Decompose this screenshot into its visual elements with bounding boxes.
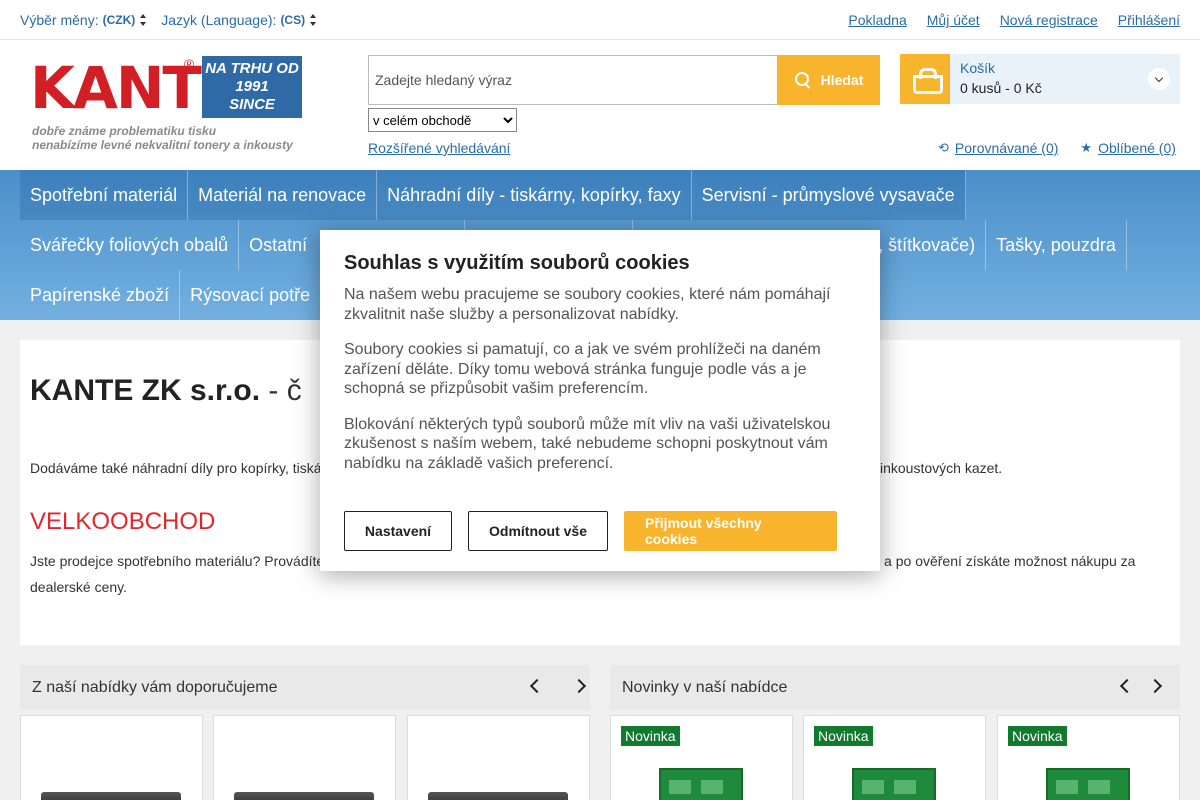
register-link[interactable]: Nová registrace xyxy=(1000,12,1098,28)
product-card[interactable]: Novinka xyxy=(610,715,793,800)
compare-link[interactable]: Porovnávané (0) xyxy=(955,140,1059,156)
search-input[interactable] xyxy=(368,55,778,105)
nav-row: Papírenské zboží Rýsovací potře xyxy=(20,270,320,320)
product-image xyxy=(1046,768,1130,800)
new-badge: Novinka xyxy=(1008,726,1067,746)
cookie-accept-button[interactable]: Přijmout všechny cookies xyxy=(624,511,837,551)
chevron-right-icon[interactable] xyxy=(571,678,587,694)
nav-item-welders[interactable]: Svářečky foliových obalů xyxy=(20,220,240,270)
nav-item-spare-parts[interactable]: Náhradní díly - tiskárny, kopírky, faxy xyxy=(377,170,692,220)
star-icon: ★ xyxy=(1080,140,1093,155)
cart-icon-box xyxy=(900,54,950,104)
account-links: Pokladna Můj účet Nová registrace Přihlá… xyxy=(848,12,1180,28)
favorites-item[interactable]: ★ Oblíbené (0) xyxy=(1080,140,1175,156)
cookie-reject-button[interactable]: Odmítnout vše xyxy=(468,511,608,551)
compare-icon: ⟲ xyxy=(938,140,949,155)
wholesale-text-line2: dealerské ceny. xyxy=(30,579,128,595)
sort-updown-icon xyxy=(309,14,317,26)
nav-item-consumables[interactable]: Spotřební materiál xyxy=(20,170,189,220)
product-card[interactable]: Novinka xyxy=(803,715,986,800)
chevron-right-icon[interactable] xyxy=(1147,678,1163,694)
new-badge: Novinka xyxy=(621,726,680,746)
new-badge: Novinka xyxy=(814,726,873,746)
nav-item-stationery[interactable]: Papírenské zboží xyxy=(20,270,181,320)
wholesale-heading: VELKOOBCHOD xyxy=(30,508,216,535)
logo-since-line: SINCE xyxy=(229,96,275,113)
cart-label: Košík xyxy=(960,60,996,76)
currency-label: Výběr měny: xyxy=(20,12,99,28)
page-title-rest: - č xyxy=(260,374,302,407)
basket-icon xyxy=(913,68,943,94)
chevron-down-icon[interactable] xyxy=(1148,68,1170,90)
chevron-left-icon[interactable] xyxy=(529,678,545,694)
logo-since-line: NA TRHU OD xyxy=(205,60,299,77)
product-card[interactable] xyxy=(20,715,203,800)
compare-item[interactable]: ⟲ Porovnávané (0) xyxy=(938,140,1058,156)
nav-row: Spotřební materiál Materiál na renovace … xyxy=(20,170,966,220)
cookie-buttons: Nastavení Odmítnout vše Přijmout všechny… xyxy=(344,511,837,551)
cookie-consent-dialog: Souhlas s využitím souborů cookies Na na… xyxy=(320,230,880,571)
currency-value: (CZK) xyxy=(102,13,136,27)
checkout-link[interactable]: Pokladna xyxy=(848,12,906,28)
page-title: KANTE ZK s.r.o. - č xyxy=(30,374,302,408)
locale-selectors: Výběr měny: (CZK) Jazyk (Language): (CS) xyxy=(20,12,317,28)
product-image xyxy=(852,768,936,800)
language-value: (CS) xyxy=(280,13,306,27)
product-card[interactable] xyxy=(407,715,590,800)
recommended-carousel-header: Z naší nabídky vám doporučujeme xyxy=(20,665,590,710)
search-icon xyxy=(794,72,811,88)
search-scope-select[interactable]: v celém obchodě xyxy=(368,108,517,132)
wholesale-text-left: Jste prodejce spotřebního materiálu? Pro… xyxy=(30,553,325,569)
wholesale-text-right: a po ověření získáte možnost nákupu za xyxy=(880,553,1136,569)
nav-item-renovation-material[interactable]: Materiál na renovace xyxy=(188,170,378,220)
product-image xyxy=(659,768,743,800)
product-image xyxy=(428,792,568,800)
cart-widget[interactable]: Košík 0 kusů - 0 Kč xyxy=(900,54,1180,104)
intro-paragraph-left: Dodáváme také náhradní díly pro kopírky,… xyxy=(30,460,322,476)
chevron-left-icon[interactable] xyxy=(1119,678,1135,694)
kante-logo[interactable]: KANTE ® NA TRHU OD 1991 SINCE dobře znám… xyxy=(30,56,302,154)
news-carousel-header: Novinky v naší nabídce xyxy=(610,665,1180,710)
search-button[interactable]: Hledat xyxy=(778,55,880,105)
language-selector[interactable]: Jazyk (Language): (CS) xyxy=(161,12,317,28)
carousel-title: Novinky v naší nabídce xyxy=(622,679,788,696)
product-card[interactable]: Novinka xyxy=(997,715,1180,800)
cookie-paragraph: Soubory cookies si pamatují, co a jak ve… xyxy=(344,341,821,397)
logo-registered: ® xyxy=(184,56,195,72)
page-title-bold: KANTE ZK s.r.o. xyxy=(30,374,261,407)
search-box: Hledat xyxy=(368,55,880,105)
currency-selector[interactable]: Výběr měny: (CZK) xyxy=(20,12,147,28)
logo-tagline: dobře známe problematiku tisku xyxy=(32,124,217,138)
search-button-label: Hledat xyxy=(820,72,864,88)
favorites-link[interactable]: Oblíbené (0) xyxy=(1098,140,1176,156)
cookie-dialog-title: Souhlas s využitím souborů cookies xyxy=(344,252,690,274)
compare-favorites: ⟲ Porovnávané (0) ★ Oblíbené (0) xyxy=(938,140,1176,156)
nav-item-drawing-supplies[interactable]: Rýsovací potře xyxy=(180,270,320,320)
logo-tagline: nenabízíme levné nekvalitní tonery a ink… xyxy=(32,138,293,152)
top-utility-bar: Výběr měny: (CZK) Jazyk (Language): (CS)… xyxy=(0,0,1200,40)
cookie-paragraph: Na našem webu pracujeme se soubory cooki… xyxy=(344,286,831,323)
nav-item-vacuums[interactable]: Servisní - průmyslové vysavače xyxy=(691,170,966,220)
product-card[interactable] xyxy=(213,715,396,800)
login-link[interactable]: Přihlášení xyxy=(1118,12,1180,28)
cookie-paragraph: Blokování některých typů souborů může mí… xyxy=(344,415,831,472)
site-header: KANTE ® NA TRHU OD 1991 SINCE dobře znám… xyxy=(0,40,1200,170)
intro-paragraph-right: inkoustových kazet. xyxy=(880,460,1003,476)
advanced-search-link[interactable]: Rozšířené vyhledávání xyxy=(368,140,510,156)
logo-since-line: 1991 xyxy=(235,78,269,95)
cart-value: 0 kusů - 0 Kč xyxy=(960,80,1042,96)
product-image xyxy=(234,792,374,800)
cookie-settings-button[interactable]: Nastavení xyxy=(344,511,452,551)
logo-since-box: NA TRHU OD 1991 SINCE xyxy=(202,56,302,118)
nav-item-bags[interactable]: Tašky, pouzdra xyxy=(986,220,1127,270)
my-account-link[interactable]: Můj účet xyxy=(927,12,980,28)
carousel-title: Z naší nabídky vám doporučujeme xyxy=(32,679,278,696)
product-image xyxy=(41,792,181,800)
sort-updown-icon xyxy=(139,14,147,26)
language-label: Jazyk (Language): xyxy=(161,12,277,28)
